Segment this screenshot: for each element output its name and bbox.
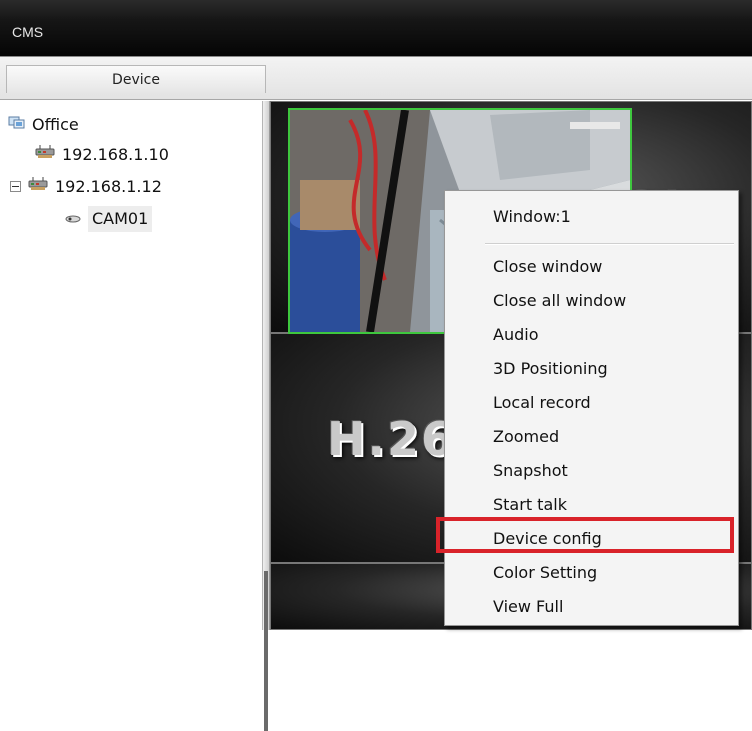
- tree-node-office[interactable]: Office: [8, 111, 79, 137]
- menu-item-zoomed[interactable]: Zoomed: [493, 422, 559, 452]
- menu-item-local-record[interactable]: Local record: [493, 388, 591, 418]
- tab-device[interactable]: Device: [6, 65, 266, 93]
- tree-node-label: 192.168.1.10: [62, 144, 169, 164]
- window-title: CMS: [12, 24, 44, 40]
- menu-item-close-window[interactable]: Close window: [493, 252, 602, 282]
- tree-node-label: CAM01: [88, 205, 153, 232]
- context-menu: Window:1 Close window Close all window A…: [444, 190, 739, 626]
- menu-item-start-talk[interactable]: Start talk: [493, 490, 567, 520]
- collapse-toggle[interactable]: [10, 181, 21, 192]
- tree-node-device-1[interactable]: 192.168.1.10: [34, 141, 169, 167]
- scrollbar-thumb[interactable]: [264, 571, 268, 731]
- tree-node-device-2[interactable]: 192.168.1.12: [10, 173, 162, 199]
- menu-item-audio[interactable]: Audio: [493, 320, 538, 350]
- network-device-icon: [34, 142, 56, 168]
- network-device-icon: [27, 174, 49, 200]
- panel-splitter[interactable]: [262, 101, 270, 731]
- menu-item-3d-positioning[interactable]: 3D Positioning: [493, 354, 608, 384]
- tab-bar: Device: [0, 56, 752, 100]
- menu-item-color-setting[interactable]: Color Setting: [493, 558, 597, 588]
- group-icon: [8, 112, 26, 138]
- menu-item-snapshot[interactable]: Snapshot: [493, 456, 568, 486]
- menu-header-window: Window:1: [493, 207, 571, 226]
- tree-node-label: Office: [32, 114, 79, 134]
- tree-node-label: 192.168.1.12: [55, 176, 162, 196]
- menu-item-view-full[interactable]: View Full: [493, 592, 563, 622]
- device-tree: Office 192.168.1.10 192.168.1.12 CAM01: [0, 101, 262, 630]
- camera-icon: [64, 206, 82, 232]
- tree-node-camera[interactable]: CAM01: [64, 205, 153, 232]
- highlight-annotation: [436, 517, 734, 553]
- title-bar: CMS: [0, 0, 752, 56]
- menu-item-close-all-window[interactable]: Close all window: [493, 286, 626, 316]
- menu-separator: [485, 243, 734, 245]
